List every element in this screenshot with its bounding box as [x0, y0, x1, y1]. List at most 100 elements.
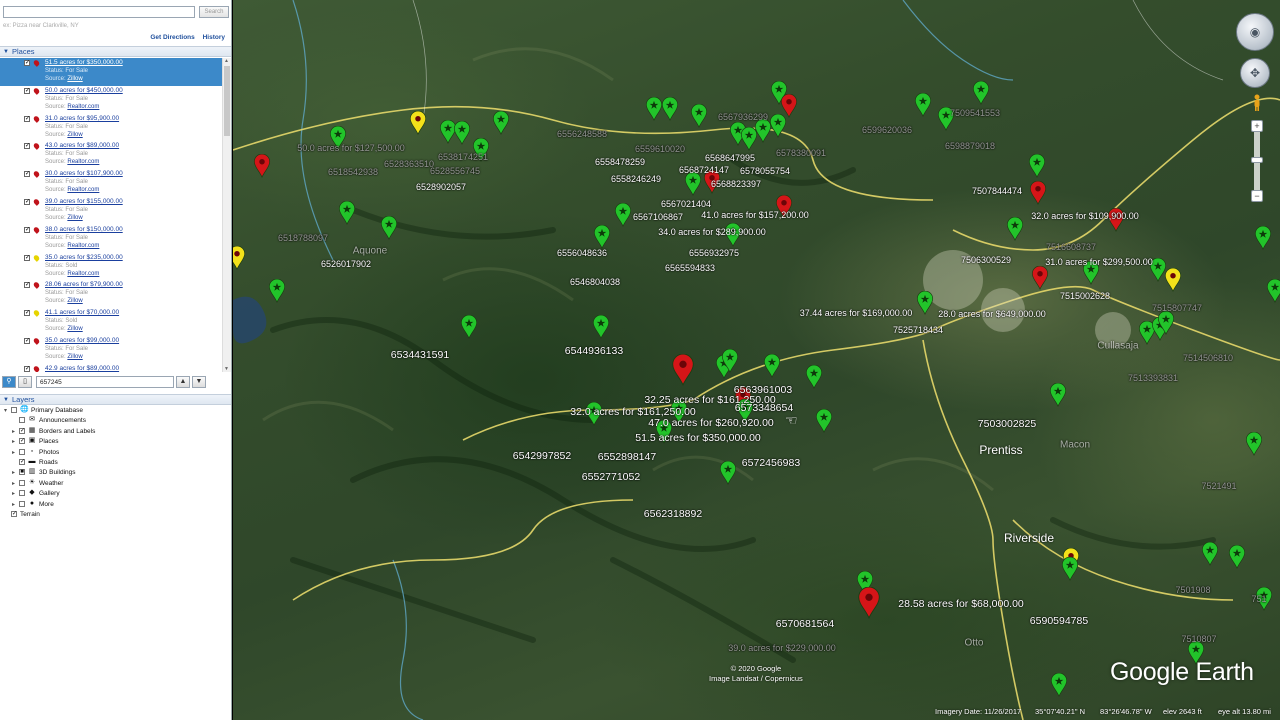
green-placemark-icon[interactable]: [453, 121, 471, 145]
history-link[interactable]: History: [203, 34, 225, 41]
place-title-link[interactable]: 30.0 acres for $107,900.00: [45, 170, 123, 177]
layer-checkbox[interactable]: [19, 490, 25, 497]
layer-item[interactable]: ▸ ● More: [0, 500, 231, 510]
placemark-label[interactable]: 34.0 acres for $289,900.00: [658, 227, 766, 237]
green-placemark-icon[interactable]: [380, 216, 398, 240]
layer-item[interactable]: ▸ ✓ ▣ Places: [0, 437, 231, 447]
placemark-label[interactable]: 6546804038: [570, 277, 620, 287]
green-placemark-icon[interactable]: [914, 93, 932, 117]
placemark-label[interactable]: 6518542938: [328, 167, 378, 177]
green-placemark-icon[interactable]: [593, 225, 611, 249]
green-placemark-icon[interactable]: [1157, 311, 1175, 335]
place-source-link[interactable]: Zillow: [67, 326, 82, 332]
placemark-label[interactable]: 7513393831: [1128, 373, 1178, 383]
placemark-label[interactable]: 6528902057: [416, 182, 466, 192]
yellow-placemark-icon[interactable]: [233, 246, 246, 270]
zoom-in-button[interactable]: +: [1251, 120, 1263, 132]
green-placemark-icon[interactable]: [460, 315, 478, 339]
placemark-label[interactable]: 6528556745: [430, 166, 480, 176]
green-placemark-icon[interactable]: [592, 315, 610, 339]
place-checkbox[interactable]: ✓: [24, 60, 30, 66]
place-item[interactable]: ✓ 28.06 acres for $79,900.00 Status: For S…: [0, 280, 222, 308]
green-placemark-icon[interactable]: [661, 97, 679, 121]
zoom-slider-thumb[interactable]: [1251, 157, 1263, 163]
placemark-label[interactable]: 6558246249: [611, 174, 661, 184]
green-placemark-icon[interactable]: [815, 409, 833, 433]
green-placemark-icon[interactable]: [492, 111, 510, 135]
placemark-label[interactable]: 6598879018: [945, 141, 995, 151]
placemark-label[interactable]: 6542997852: [513, 450, 571, 462]
place-item[interactable]: ✓ 42.9 acres for $89,000.00: [0, 364, 222, 372]
placemark-label[interactable]: 6578380091: [776, 148, 826, 158]
place-source-link[interactable]: Zillow: [67, 298, 82, 304]
green-placemark-icon[interactable]: [1061, 557, 1079, 581]
place-item[interactable]: ✓ 30.0 acres for $107,900.00 Status: For S…: [0, 169, 222, 197]
scrollbar-thumb[interactable]: [224, 66, 230, 136]
zoom-out-button[interactable]: −: [1251, 190, 1263, 202]
place-checkbox[interactable]: ✓: [24, 254, 30, 261]
placemark-label[interactable]: 32.0 acres for $109,900.00: [1031, 211, 1139, 221]
search-places-button[interactable]: ⚲: [2, 376, 16, 388]
layer-checkbox[interactable]: ✓: [19, 427, 25, 434]
green-placemark-icon[interactable]: [1028, 154, 1046, 178]
layer-checkbox[interactable]: [19, 479, 25, 486]
place-title-link[interactable]: 42.9 acres for $89,000.00: [45, 365, 119, 372]
place-item[interactable]: ✓ 38.0 acres for $150,000.00 Status: For S…: [0, 225, 222, 253]
placemark-label[interactable]: 6558478259: [595, 157, 645, 167]
placemark-label[interactable]: 7509541553: [950, 108, 1000, 118]
layer-checkbox[interactable]: ✓: [11, 510, 17, 517]
place-title-link[interactable]: 51.5 acres for $350,000.00: [45, 59, 123, 66]
layer-item[interactable]: ▸ ◆ Gallery: [0, 489, 231, 499]
layer-checkbox[interactable]: ■: [19, 469, 25, 476]
placemark-label[interactable]: 6528363510: [384, 159, 434, 169]
places-panel-header[interactable]: ▼ Places: [0, 46, 231, 57]
placemark-label[interactable]: 7521491: [1201, 481, 1236, 491]
red-placemark-icon[interactable]: [253, 154, 271, 178]
placemark-label[interactable]: 6568724147: [679, 165, 729, 175]
placemark-label[interactable]: 39.0 acres for $229,000.00: [728, 643, 836, 653]
placemark-label[interactable]: 6534431591: [391, 349, 449, 361]
pegman-icon[interactable]: [1252, 94, 1262, 112]
place-source-link[interactable]: Zillow: [67, 76, 82, 82]
place-checkbox[interactable]: ✓: [24, 226, 30, 233]
green-placemark-icon[interactable]: [338, 201, 356, 225]
placemark-label[interactable]: 7515002628: [1060, 291, 1110, 301]
placemark-label[interactable]: 6572456983: [742, 457, 800, 469]
place-source-link[interactable]: Zillow: [67, 132, 82, 138]
place-item[interactable]: ✓ 50.0 acres for $450,000.00 Status: For S…: [0, 86, 222, 114]
green-placemark-icon[interactable]: [805, 365, 823, 389]
move-down-button[interactable]: ▼: [192, 376, 206, 388]
place-title-link[interactable]: 35.0 acres for $235,000.00: [45, 254, 123, 261]
map-viewport[interactable]: 50.0 acres for $127,500.00 6528363510 6518…: [233, 0, 1280, 720]
green-placemark-icon[interactable]: [1266, 279, 1280, 303]
layer-item[interactable]: ▸ ■ ▥ 3D Buildings: [0, 468, 231, 478]
placemark-label[interactable]: 7514506810: [1183, 353, 1233, 363]
expand-arrow-icon[interactable]: ▸: [12, 469, 15, 476]
place-item[interactable]: ✓ 43.0 acres for $89,000.00 Status: For Sa…: [0, 141, 222, 169]
layers-panel-header[interactable]: ▼ Layers: [0, 394, 231, 405]
expand-arrow-icon[interactable]: ▸: [12, 438, 15, 445]
placemark-label[interactable]: 6552771052: [582, 471, 640, 483]
green-placemark-icon[interactable]: [614, 203, 632, 227]
placemark-label[interactable]: 28.0 acres for $649,000.00: [938, 309, 1046, 319]
placemark-label[interactable]: 37.44 acres for $169,000.00: [800, 308, 913, 318]
place-checkbox[interactable]: ✓: [24, 198, 30, 205]
green-placemark-icon[interactable]: [1050, 673, 1068, 697]
red-placemark-icon[interactable]: [671, 354, 695, 386]
place-source-link[interactable]: Realtor.com: [67, 243, 99, 249]
placemark-label[interactable]: 7515807747: [1152, 303, 1202, 313]
get-directions-link[interactable]: Get Directions: [150, 34, 194, 41]
placemark-label[interactable]: 6559610020: [635, 144, 685, 154]
place-title-link[interactable]: 43.0 acres for $89,000.00: [45, 142, 119, 149]
layer-checkbox[interactable]: [19, 500, 25, 507]
layer-item[interactable]: ▸ ▫ Photos: [0, 448, 231, 458]
layer-item[interactable]: ✓ ▬ Roads: [0, 458, 231, 468]
place-title-link[interactable]: 41.1 acres for $70,000.00: [45, 309, 119, 316]
layer-checkbox[interactable]: ✓: [19, 458, 25, 465]
placemark-label[interactable]: 6556932975: [689, 248, 739, 258]
move-control[interactable]: ✥: [1240, 58, 1270, 88]
place-item[interactable]: ✓ 41.1 acres for $70,000.00 Status: Sold So…: [0, 308, 222, 336]
green-placemark-icon[interactable]: [769, 114, 787, 138]
red-placemark-icon[interactable]: [857, 587, 881, 619]
place-title-link[interactable]: 50.0 acres for $450,000.00: [45, 87, 123, 94]
